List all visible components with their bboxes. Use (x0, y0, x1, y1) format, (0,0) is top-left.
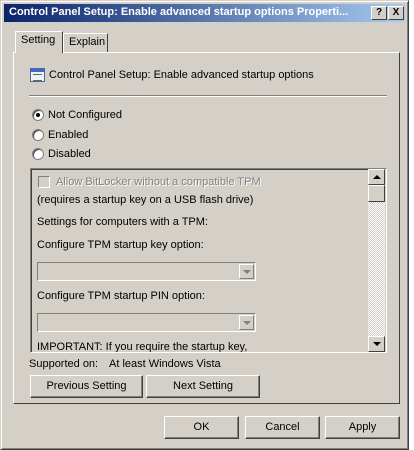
ok-button[interactable]: OK (164, 416, 239, 439)
policy-name: Control Panel Setup: Enable advanced sta… (49, 69, 314, 81)
allow-bitlocker-label: Allow BitLocker without a compatible TPM (56, 176, 261, 188)
tpm-startup-key-label: Configure TPM startup key option: (37, 239, 204, 251)
chevron-down-icon (239, 315, 254, 330)
tpm-startup-key-dropdown (37, 262, 256, 281)
options-scrollbar[interactable] (368, 169, 385, 352)
requires-key-note: (requires a startup key on a USB flash d… (37, 194, 254, 206)
tpm-startup-pin-dropdown (37, 313, 256, 332)
radio-enabled-label[interactable]: Enabled (48, 129, 88, 141)
tab-setting[interactable]: Setting (15, 31, 63, 53)
supported-on-label: Supported on: (29, 358, 99, 370)
separator (29, 95, 387, 97)
scrollbar-thumb[interactable] (368, 185, 385, 202)
radio-not-configured[interactable] (32, 109, 44, 121)
scroll-up-arrow-icon[interactable] (368, 169, 385, 185)
options-content: Allow BitLocker without a compatible TPM… (31, 169, 368, 352)
window-title: Control Panel Setup: Enable advanced sta… (9, 6, 349, 18)
title-bar[interactable]: Control Panel Setup: Enable advanced sta… (4, 4, 405, 22)
options-box: Allow BitLocker without a compatible TPM… (30, 168, 387, 353)
chevron-down-icon (239, 264, 254, 279)
policy-setting-icon (30, 68, 45, 82)
apply-button[interactable]: Apply (325, 416, 400, 439)
supported-on-value: At least Windows Vista (109, 358, 221, 370)
allow-bitlocker-checkbox (38, 176, 50, 188)
important-text: IMPORTANT: If you require the startup ke… (37, 341, 248, 352)
tpm-startup-pin-label: Configure TPM startup PIN option: (37, 290, 205, 302)
tpm-settings-heading: Settings for computers with a TPM: (37, 216, 208, 228)
tab-explain[interactable]: Explain (63, 33, 108, 52)
previous-setting-button[interactable]: Previous Setting (30, 375, 143, 398)
help-button[interactable]: ? (371, 6, 387, 20)
radio-disabled-label[interactable]: Disabled (48, 148, 91, 160)
scroll-down-arrow-icon[interactable] (368, 336, 385, 352)
close-button[interactable]: X (388, 6, 404, 20)
properties-dialog: Control Panel Setup: Enable advanced sta… (0, 0, 409, 450)
cancel-button[interactable]: Cancel (245, 416, 320, 439)
radio-not-configured-label[interactable]: Not Configured (48, 109, 122, 121)
radio-enabled[interactable] (32, 129, 44, 141)
radio-disabled[interactable] (32, 148, 44, 160)
next-setting-button[interactable]: Next Setting (146, 375, 260, 398)
